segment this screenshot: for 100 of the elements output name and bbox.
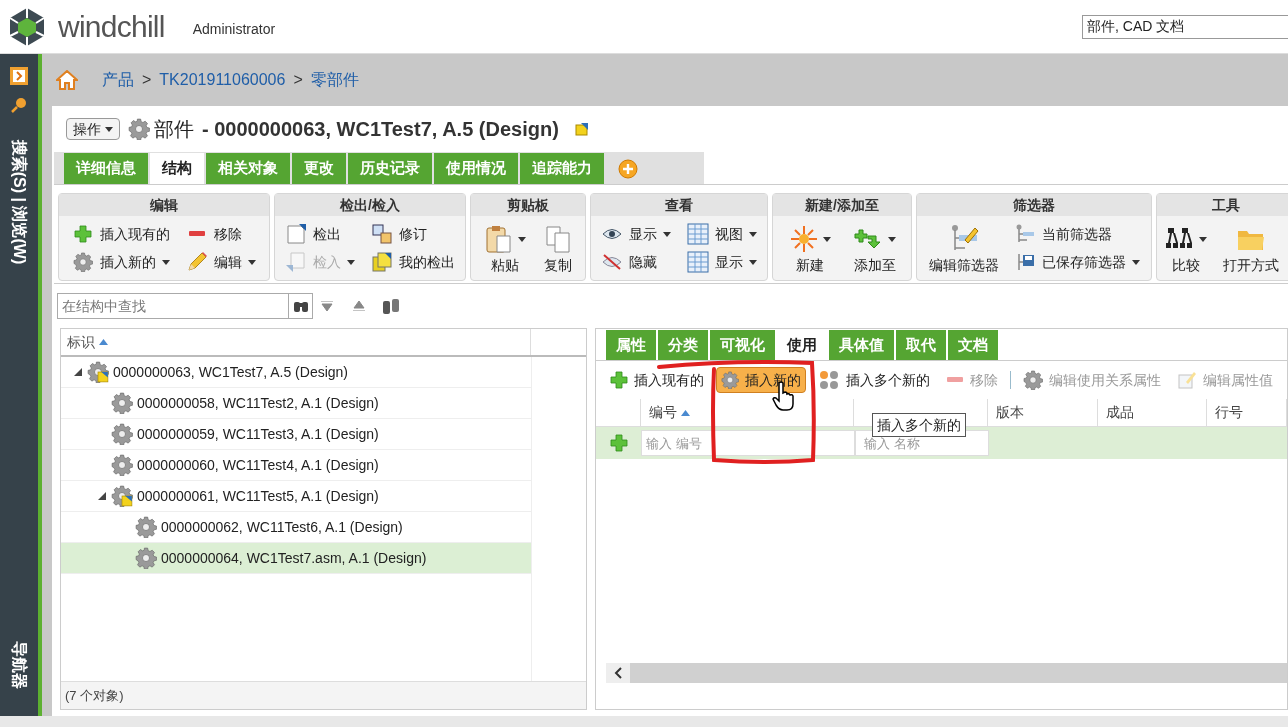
number-input-field[interactable]: 输入 编号 <box>641 430 855 456</box>
plus-icon <box>610 371 628 389</box>
toolbar-button[interactable]: 插入多个新的 <box>814 367 934 393</box>
toolbar-button[interactable]: 添加至 <box>849 217 900 279</box>
sparkle-icon <box>788 224 819 254</box>
column-header[interactable]: 标识 <box>61 329 531 355</box>
tab[interactable]: 结构 <box>150 153 204 184</box>
tree-label: 0000000061, WC11Test5, A.1 (Design) <box>137 486 379 506</box>
toolbar-button[interactable]: 新建 <box>784 217 835 279</box>
group-title: 检出/检入 <box>275 194 465 216</box>
actions-menu[interactable]: 操作 <box>66 118 120 140</box>
sort-ascending-icon <box>680 409 690 416</box>
home-icon[interactable] <box>56 70 78 90</box>
filter-tree-icon <box>1014 224 1035 244</box>
search-browse-tab[interactable]: 搜索(S) | 浏览(W) <box>7 139 31 265</box>
toolbar-button[interactable]: 隐藏 <box>597 248 675 276</box>
toolbar-button[interactable]: 视图 <box>683 220 761 248</box>
toolbar-button[interactable]: 修订 <box>367 220 459 248</box>
document-icon <box>285 223 307 245</box>
tree-label: 0000000063, WC1Test7, A.5 (Design) <box>113 362 349 382</box>
assembly-gear-icon <box>87 361 109 383</box>
find-previous-icon[interactable] <box>353 301 365 311</box>
toolbar-button[interactable]: 比较 <box>1161 217 1211 279</box>
toolbar-button[interactable]: 粘贴 <box>479 217 530 279</box>
group-title: 查看 <box>591 194 767 216</box>
tree-label: 0000000060, WC11Test4, A.1 (Design) <box>137 455 379 475</box>
sort-ascending-icon <box>99 339 108 345</box>
status-icon <box>574 122 589 136</box>
toolbar-button[interactable]: 我的检出 <box>367 248 459 276</box>
assembly-gear-icon <box>111 485 133 507</box>
caret-icon <box>105 126 113 132</box>
toolbar-button[interactable]: 显示 <box>597 220 675 248</box>
search-field[interactable]: 部件, CAD 文档 <box>1082 14 1288 39</box>
expand-toggle-icon[interactable] <box>74 368 82 376</box>
group-title: 工具 <box>1157 194 1288 216</box>
gear-icon <box>721 371 739 389</box>
clipboard-icon <box>483 224 514 254</box>
structure-search-field[interactable]: 在结构中查找 <box>57 293 289 319</box>
binoculars-icon[interactable] <box>381 296 401 316</box>
toolbar-button[interactable]: 检出 <box>281 220 359 248</box>
gear-icon <box>135 547 157 569</box>
binoculars-icon[interactable] <box>292 299 309 313</box>
plus-icon <box>74 225 92 243</box>
find-next-icon[interactable] <box>321 301 333 311</box>
breadcrumb-link[interactable]: 零部件 <box>310 68 359 92</box>
breadcrumb-separator: > <box>293 70 303 90</box>
expand-panel-icon[interactable] <box>9 66 29 86</box>
gear-icon <box>73 252 93 272</box>
tree-row[interactable]: 0000000064, WC1Test7.asm, A.1 (Design) <box>61 543 531 574</box>
tree-label: 0000000058, WC11Test2, A.1 (Design) <box>137 393 379 413</box>
user-name: Administrator <box>192 20 276 39</box>
toolbar-button[interactable]: 显示 <box>683 248 761 276</box>
toolbar-button[interactable]: 移除 <box>182 220 260 248</box>
toolbar-button[interactable]: 当前筛选器 <box>1009 220 1144 248</box>
gear-icon <box>1023 370 1043 390</box>
tree-label: 0000000062, WC11Test6, A.1 (Design) <box>161 517 403 537</box>
plus-icon <box>609 434 628 452</box>
pencil-icon <box>186 251 208 273</box>
gear-icon <box>111 392 133 414</box>
documents-icon <box>371 251 393 273</box>
document-icon <box>285 251 307 273</box>
revise-icon <box>371 223 393 245</box>
group-title: 剪贴板 <box>471 194 585 216</box>
expand-toggle-icon[interactable] <box>98 492 106 500</box>
toolbar-button[interactable]: 打开方式 <box>1219 217 1283 279</box>
toolbar-button[interactable]: 编辑 <box>182 248 260 276</box>
page-title-type: 部件 <box>154 117 194 142</box>
gear-icon <box>111 454 133 476</box>
product-name: windchill <box>58 9 165 45</box>
group-title: 编辑 <box>59 194 269 216</box>
group-title: 新建/添加至 <box>773 194 911 216</box>
scroll-left-icon[interactable] <box>614 667 622 679</box>
hidden-eye-icon <box>602 254 622 270</box>
gear-icon <box>111 423 133 445</box>
toolbar-button[interactable]: 插入新的 <box>68 248 174 276</box>
add-tab-icon[interactable] <box>618 158 638 179</box>
toolbar-button[interactable]: 编辑筛选器 <box>924 217 1003 279</box>
group-title: 筛选器 <box>917 194 1151 216</box>
column-header[interactable]: 版本 <box>987 399 1098 426</box>
minus-icon <box>188 230 206 238</box>
logo-icon <box>8 6 46 47</box>
horizontal-scrollbar[interactable] <box>606 663 1287 683</box>
gear-icon <box>135 516 157 538</box>
page-title: - 0000000063, WC1Test7, A.5 (Design) <box>202 117 559 142</box>
toolbar-button[interactable]: 已保存筛选器 <box>1009 248 1144 276</box>
toolbar-button[interactable]: 复制 <box>538 217 577 279</box>
tree-label: 0000000064, WC1Test7.asm, A.1 (Design) <box>161 548 427 568</box>
search-icon[interactable] <box>10 96 28 114</box>
minus-icon <box>946 376 964 384</box>
eye-icon <box>602 227 622 241</box>
toolbar-button[interactable]: 插入现有的 <box>68 220 174 248</box>
breadcrumb-link[interactable]: 产品 <box>102 68 134 92</box>
breadcrumb-link[interactable]: TK201911060006 <box>159 68 286 92</box>
column-header[interactable]: 成品 <box>1097 399 1208 426</box>
tooltip: 插入多个新的 <box>872 413 966 437</box>
navigator-tab[interactable]: 导航器 <box>7 641 31 689</box>
table-icon <box>687 251 709 273</box>
column-header[interactable]: 行号 <box>1207 399 1287 426</box>
toolbar-button[interactable]: 插入现有的 <box>606 367 708 393</box>
gear-icon <box>128 118 150 140</box>
